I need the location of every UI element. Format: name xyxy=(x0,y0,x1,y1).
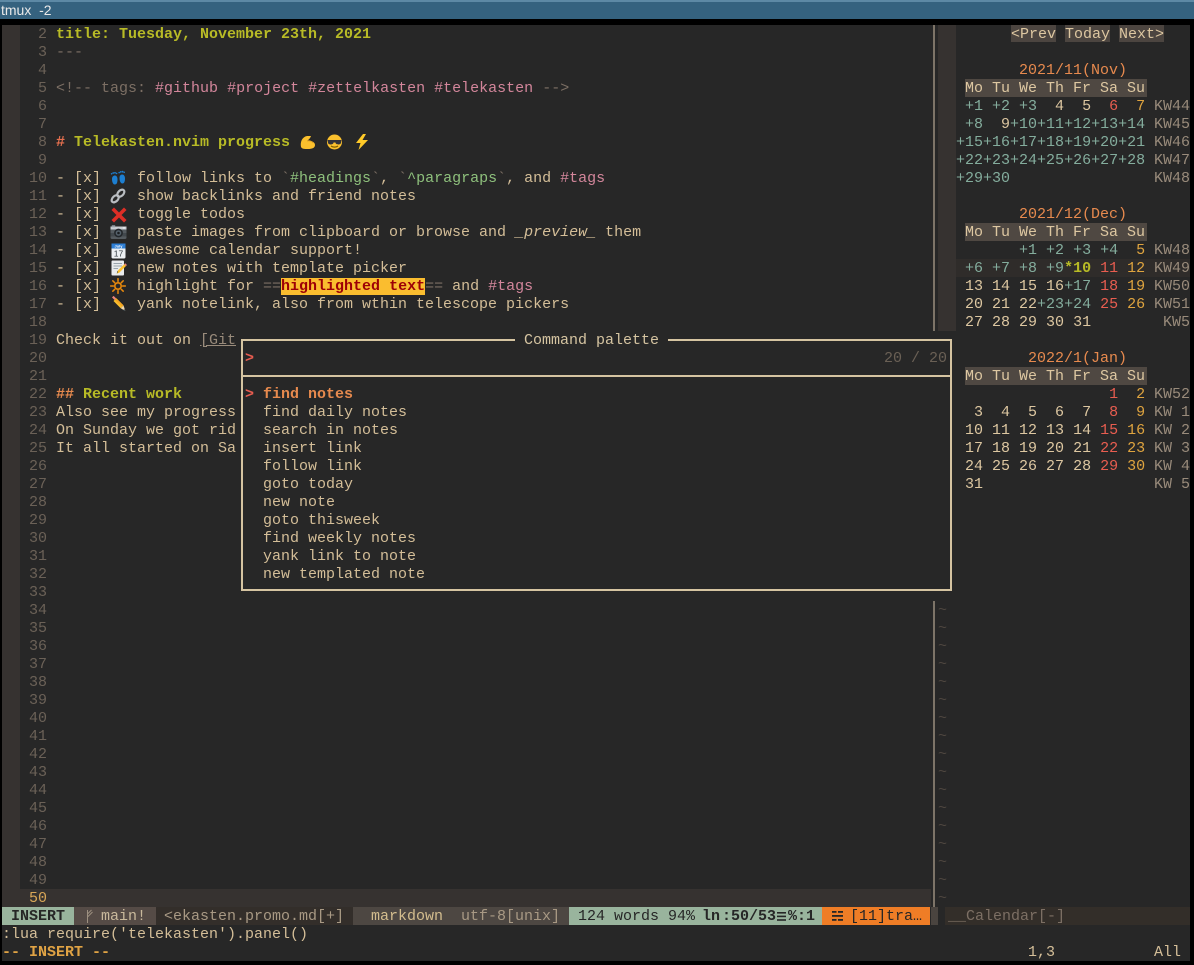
svg-text:17: 17 xyxy=(114,249,124,259)
